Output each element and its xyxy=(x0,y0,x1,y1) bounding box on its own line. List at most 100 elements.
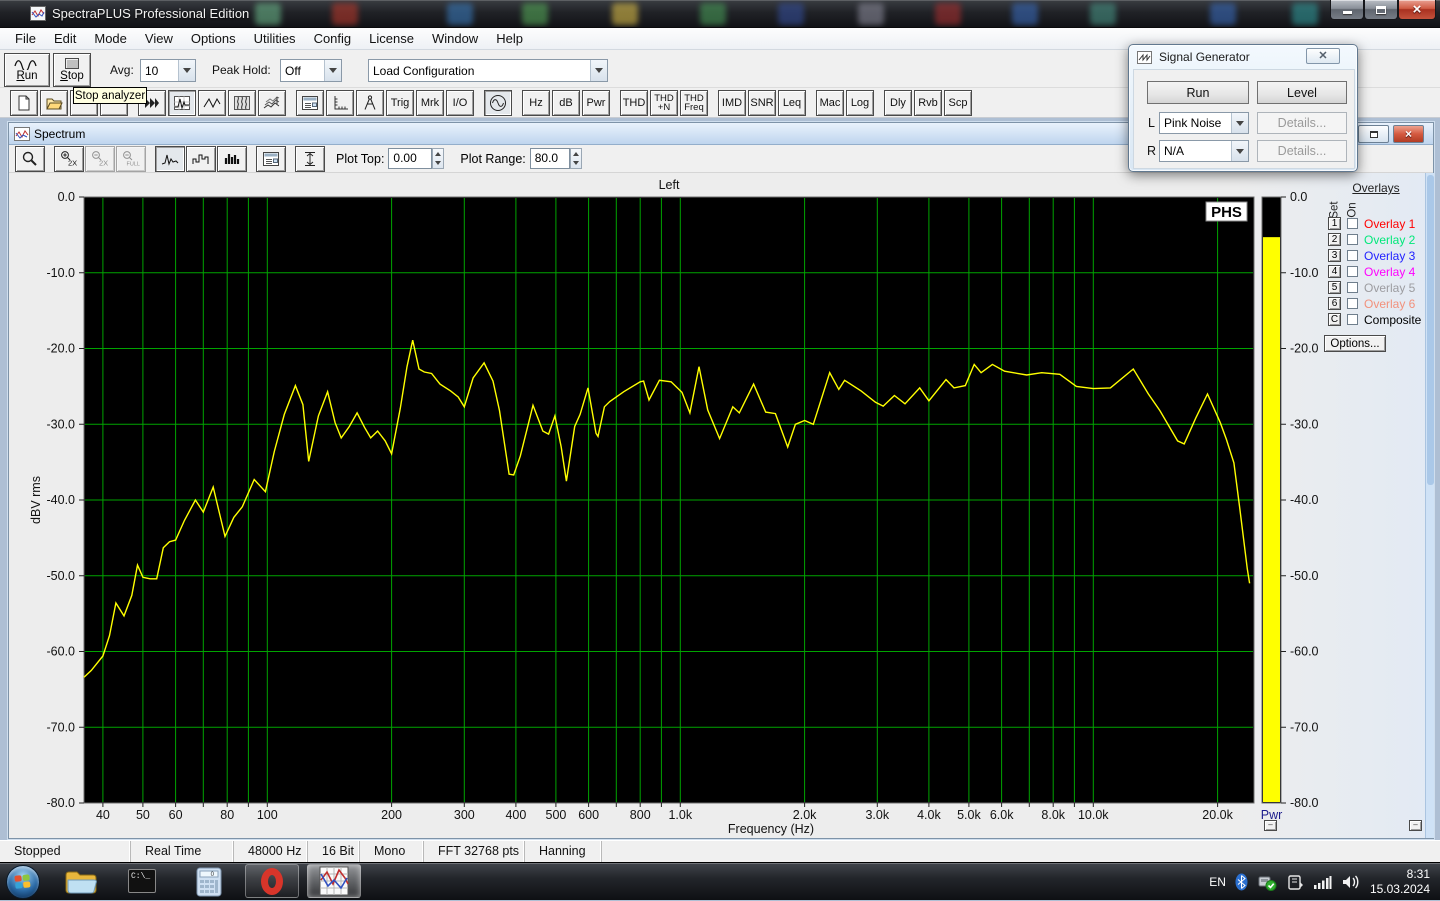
generator-level-button[interactable]: Level xyxy=(1257,81,1347,104)
right-details-button[interactable]: Details... xyxy=(1257,140,1347,162)
safely-remove-icon[interactable] xyxy=(1286,873,1304,891)
imd-button[interactable]: IMD xyxy=(718,90,746,116)
dropdown-arrow-icon[interactable] xyxy=(178,60,195,81)
right-signal-select[interactable]: N/A xyxy=(1159,140,1249,162)
overlay-on-checkbox-c[interactable] xyxy=(1347,314,1358,325)
start-button[interactable] xyxy=(6,865,40,899)
logging-button[interactable]: Log xyxy=(846,90,874,116)
generator-run-button[interactable]: Run xyxy=(1147,81,1249,104)
new-file-button[interactable] xyxy=(10,90,38,116)
dropdown-arrow-icon[interactable] xyxy=(1231,113,1248,133)
spectrum-view-button[interactable] xyxy=(168,90,196,116)
step-plot-button[interactable] xyxy=(186,146,216,172)
zoom-in-2x-button[interactable]: 2X xyxy=(54,146,84,172)
menu-license[interactable]: License xyxy=(360,29,423,48)
avg-select[interactable]: 10 xyxy=(140,59,196,82)
menu-file[interactable]: File xyxy=(6,29,45,48)
overlay-set-button-4[interactable]: 4 xyxy=(1328,265,1341,278)
bluetooth-icon[interactable] xyxy=(1235,873,1248,891)
close-button[interactable]: × xyxy=(1398,0,1436,20)
leq-button[interactable]: Leq xyxy=(778,90,806,116)
usb-device-icon[interactable] xyxy=(1257,873,1277,891)
stop-button[interactable]: Stop xyxy=(53,53,91,87)
menu-options[interactable]: Options xyxy=(182,29,245,48)
dropdown-arrow-icon[interactable] xyxy=(324,60,341,81)
menu-view[interactable]: View xyxy=(136,29,182,48)
plot-top-input[interactable]: 0.00 xyxy=(388,148,432,169)
io-button[interactable]: I/O xyxy=(446,90,474,116)
spectrum-plot[interactable]: Left0.0-10.0-20.0-30.0-40.0-50.0-60.0-70… xyxy=(10,173,1434,838)
menu-config[interactable]: Config xyxy=(305,29,361,48)
peak-hold-select[interactable]: Off xyxy=(280,59,342,82)
processing-settings-button[interactable] xyxy=(296,90,324,116)
menu-help[interactable]: Help xyxy=(487,29,532,48)
power-button[interactable]: Pwr xyxy=(582,90,610,116)
thd-button[interactable]: THD xyxy=(620,90,648,116)
calipers-button[interactable] xyxy=(356,90,384,116)
line-plot-button[interactable] xyxy=(155,146,185,172)
display-options-button[interactable] xyxy=(256,146,286,172)
signal-generator-titlebar[interactable]: Signal Generator xyxy=(1137,50,1250,64)
spectrogram-view-button[interactable] xyxy=(228,90,256,116)
menu-utilities[interactable]: Utilities xyxy=(245,29,305,48)
zoom-out-full-button[interactable]: FULL xyxy=(116,146,146,172)
taskbar-calculator-button[interactable]: 0 xyxy=(196,867,222,897)
plot-range-input[interactable]: 80.0 xyxy=(530,148,570,169)
left-details-button[interactable]: Details... xyxy=(1257,112,1347,134)
overlay-set-button-5[interactable]: 5 xyxy=(1328,281,1341,294)
taskbar-opera-button[interactable] xyxy=(245,864,299,898)
menu-mode[interactable]: Mode xyxy=(85,29,136,48)
minimize-button[interactable] xyxy=(1330,0,1364,20)
dropdown-arrow-icon[interactable] xyxy=(1231,141,1248,161)
left-signal-select[interactable]: Pink Noise xyxy=(1159,112,1249,134)
zoom-tool-button[interactable] xyxy=(15,146,45,172)
open-file-button[interactable] xyxy=(40,90,68,116)
clock[interactable]: 8:31 15.03.2024 xyxy=(1370,867,1436,897)
markers-button[interactable]: Mrk xyxy=(416,90,444,116)
overlay-on-checkbox-3[interactable] xyxy=(1347,250,1358,261)
thd-freq-button[interactable]: THDFreq xyxy=(680,90,708,116)
time-series-view-button[interactable] xyxy=(198,90,226,116)
scrollbar-thumb[interactable] xyxy=(1427,175,1434,485)
panel-collapse-button[interactable]: – xyxy=(1409,820,1422,831)
network-signal-icon[interactable] xyxy=(1313,875,1332,889)
macro-button[interactable]: Mac xyxy=(816,90,844,116)
spectrum-restore-button[interactable] xyxy=(1358,125,1389,143)
overlay-options-button[interactable]: Options... xyxy=(1324,335,1386,352)
trigger-button[interactable]: Trig xyxy=(386,90,414,116)
reverb-button[interactable]: Rvb xyxy=(914,90,942,116)
menu-edit[interactable]: Edit xyxy=(45,29,85,48)
menu-window[interactable]: Window xyxy=(423,29,487,48)
plot-top-spinner[interactable] xyxy=(432,148,444,169)
maximize-button[interactable] xyxy=(1364,0,1398,20)
delay-button[interactable]: Dly xyxy=(884,90,912,116)
scaling-button[interactable] xyxy=(326,90,354,116)
overlay-on-checkbox-6[interactable] xyxy=(1347,298,1358,309)
plot-range-spinner[interactable] xyxy=(570,148,582,169)
taskbar-spectraplus-button[interactable] xyxy=(307,864,361,898)
spectrum-close-button[interactable]: × xyxy=(1393,125,1424,143)
overlay-set-button-1[interactable]: 1 xyxy=(1328,217,1341,230)
snr-button[interactable]: SNR xyxy=(748,90,776,116)
dropdown-arrow-icon[interactable] xyxy=(590,60,607,81)
overlay-on-checkbox-2[interactable] xyxy=(1347,234,1358,245)
bar-plot-button[interactable] xyxy=(217,146,247,172)
taskbar-explorer-button[interactable] xyxy=(64,868,98,896)
overlay-set-button-c[interactable]: C xyxy=(1328,313,1341,326)
overlay-on-checkbox-1[interactable] xyxy=(1347,218,1358,229)
overlay-on-checkbox-4[interactable] xyxy=(1347,266,1358,277)
surface-view-button[interactable] xyxy=(258,90,286,116)
vertical-scrollbar[interactable] xyxy=(1425,173,1434,838)
language-indicator[interactable]: EN xyxy=(1209,875,1226,889)
taskbar-cmd-button[interactable]: C:\_ xyxy=(128,869,156,893)
overlay-set-button-6[interactable]: 6 xyxy=(1328,297,1341,310)
meter-collapse-button[interactable]: – xyxy=(1264,820,1277,831)
load-configuration-select[interactable]: Load Configuration xyxy=(368,59,608,82)
frequency-units-button[interactable]: Hz xyxy=(522,90,550,116)
decibels-button[interactable]: dB xyxy=(552,90,580,116)
volume-icon[interactable] xyxy=(1341,874,1361,890)
overlay-on-checkbox-5[interactable] xyxy=(1347,282,1358,293)
amplitude-range-button[interactable] xyxy=(295,146,325,172)
zoom-out-2x-button[interactable]: 2X xyxy=(85,146,115,172)
overlay-set-button-3[interactable]: 3 xyxy=(1328,249,1341,262)
